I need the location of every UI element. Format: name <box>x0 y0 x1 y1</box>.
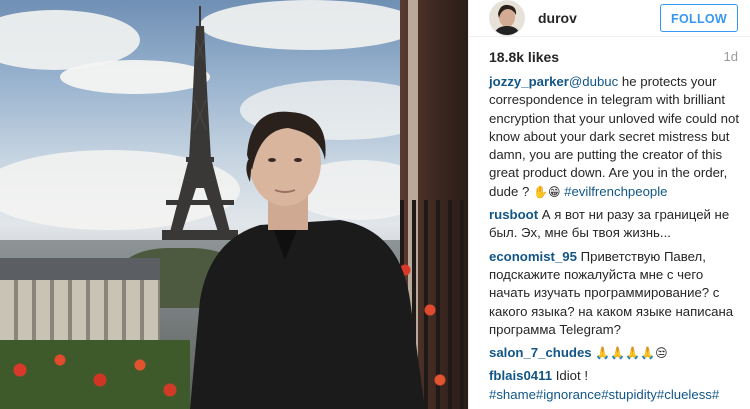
comment-author[interactable]: economist_95 <box>489 249 577 264</box>
comment-text: Idiot ! <box>552 368 588 384</box>
post-photo[interactable] <box>0 0 468 409</box>
comment-author[interactable]: salon_7_chudes <box>489 345 592 360</box>
emoji-text: 🙏🙏🙏🙏😒 <box>595 346 668 361</box>
emoji-text: ✋😁 <box>533 184 561 199</box>
post-age[interactable]: 1d <box>724 49 738 64</box>
avatar[interactable] <box>489 0 525 37</box>
follow-button[interactable]: FOLLOW <box>660 4 738 33</box>
comment: rusboot А я вот ни разу за границей не б… <box>489 206 740 243</box>
hashtag-link[interactable]: #stupidity <box>601 387 657 402</box>
mention-link[interactable]: @dubuc <box>569 74 618 89</box>
person-figure <box>190 111 425 409</box>
avatar-image <box>490 1 524 36</box>
hashtag-link[interactable]: #ignorance <box>536 387 601 402</box>
post-sidebar: durov FOLLOW 18.8k likes 1d jozzy_parker… <box>468 0 750 409</box>
hashtag-link[interactable]: # <box>712 387 719 402</box>
username[interactable]: durov <box>538 10 660 26</box>
comment-text: he protects your correspondence in teleg… <box>489 73 739 199</box>
hashtag-link[interactable]: #shame <box>489 387 536 402</box>
hashtag-link[interactable]: #evilfrenchpeople <box>564 184 667 199</box>
comment: jozzy_parker@dubuc he protects your corr… <box>489 73 740 201</box>
post-stats: 18.8k likes 1d <box>469 47 750 66</box>
comments-list: jozzy_parker@dubuc he protects your corr… <box>469 66 750 409</box>
comment-author[interactable]: rusboot <box>489 207 538 222</box>
comment-author[interactable]: jozzy_parker <box>489 74 569 89</box>
comment-author[interactable]: fblais0411 <box>489 368 552 383</box>
post-header: durov FOLLOW <box>469 0 750 38</box>
instagram-post: durov FOLLOW 18.8k likes 1d jozzy_parker… <box>0 0 750 409</box>
comment: economist_95 Приветствую Павел, подскажи… <box>489 248 740 339</box>
hashtag-link[interactable]: #clueless <box>657 387 712 402</box>
comment: fblais0411 Idiot ! #shame#ignorance#stup… <box>489 367 740 404</box>
likes-count[interactable]: 18.8k likes <box>489 49 559 65</box>
comment: salon_7_chudes 🙏🙏🙏🙏😒 <box>489 344 740 362</box>
